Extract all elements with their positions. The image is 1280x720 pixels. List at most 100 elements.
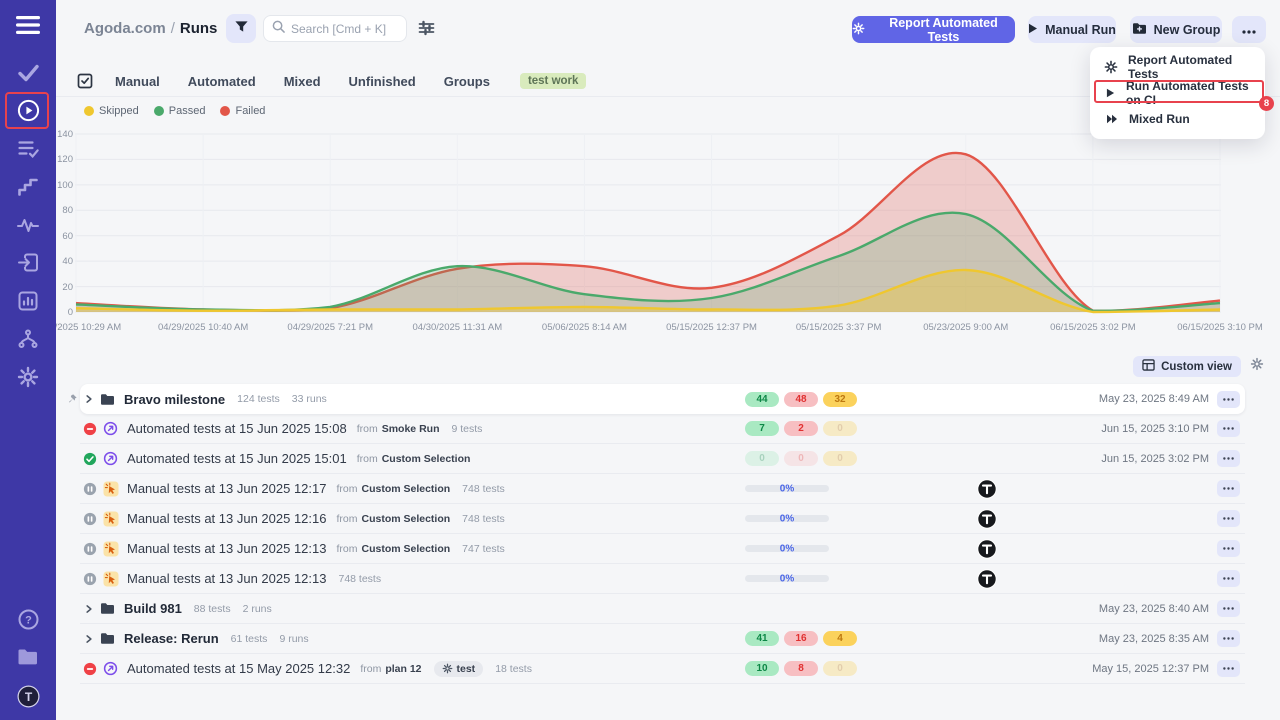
sidebar-item-import[interactable]: [16, 253, 40, 277]
legend-item-passed[interactable]: Passed: [154, 105, 206, 117]
menu-item-run-automated-tests-on-ci[interactable]: Run Automated Tests on CI: [1090, 80, 1265, 106]
filter-button[interactable]: [226, 14, 256, 43]
x-tick-label: 05/15/2025 3:37 PM: [796, 322, 882, 333]
sidebar-item-activity[interactable]: [16, 215, 40, 239]
sidebar-item-runs[interactable]: [16, 101, 40, 125]
run-row[interactable]: Automated tests at 15 Jun 2025 15:08from…: [80, 414, 1245, 444]
row-more-button[interactable]: [1217, 420, 1240, 437]
play-icon: [1104, 88, 1116, 98]
assignee-avatar[interactable]: [977, 509, 997, 529]
row-more-button[interactable]: [1217, 480, 1240, 497]
menu-item-label: Report Automated Tests: [1128, 53, 1251, 81]
run-title: Manual tests at 13 Jun 2025 12:13: [127, 571, 326, 586]
progress-bar: 0%: [745, 575, 829, 582]
legend-item-skipped[interactable]: Skipped: [84, 105, 139, 117]
tab-unfinished[interactable]: Unfinished: [349, 74, 416, 89]
run-date: Jun 15, 2025 3:10 PM: [1101, 423, 1209, 435]
row-more-button[interactable]: [1217, 630, 1240, 647]
assignee-avatar[interactable]: [977, 569, 997, 589]
sidebar-item-analytics[interactable]: [16, 291, 40, 315]
legend-label: Failed: [235, 105, 265, 117]
run-row[interactable]: Automated tests at 15 May 2025 12:32from…: [80, 654, 1245, 684]
result-badges: 1080: [745, 661, 857, 676]
tab-automated[interactable]: Automated: [188, 74, 256, 89]
manual-run-button[interactable]: Manual Run: [1028, 16, 1116, 43]
tab-groups[interactable]: Groups: [444, 74, 490, 89]
run-date: May 15, 2025 12:37 PM: [1092, 663, 1209, 675]
x-tick-label: 05/15/2025 12:37 PM: [666, 322, 757, 333]
row-more-button[interactable]: [1217, 660, 1240, 677]
report-automated-tests-button[interactable]: Report Automated Tests: [852, 16, 1015, 43]
run-row[interactable]: Manual tests at 13 Jun 2025 12:13fromCus…: [80, 534, 1245, 564]
run-row[interactable]: Manual tests at 13 Jun 2025 12:13748 tes…: [80, 564, 1245, 594]
sidebar-item-settings[interactable]: [16, 367, 40, 391]
legend-item-failed[interactable]: Failed: [220, 105, 265, 117]
menu-item-report-automated-tests[interactable]: Report Automated Tests: [1090, 54, 1265, 80]
run-tag[interactable]: test: [434, 661, 484, 677]
manual-run-icon: [102, 571, 119, 587]
new-group-button[interactable]: New Group: [1130, 16, 1222, 43]
row-more-button[interactable]: [1217, 540, 1240, 557]
sliders-icon[interactable]: [418, 20, 435, 41]
row-more-button[interactable]: [1217, 391, 1240, 408]
user-avatar[interactable]: T: [16, 684, 40, 708]
sidebar-item-milestones[interactable]: [16, 177, 40, 201]
row-more-button[interactable]: [1217, 600, 1240, 617]
group-row[interactable]: Build 98188 tests2 runsMay 23, 2025 8:40…: [80, 594, 1245, 624]
sidebar-item-plans[interactable]: [16, 139, 40, 163]
automated-run-icon: [102, 421, 119, 436]
sidebar-item-help[interactable]: ?: [16, 610, 40, 634]
progress-label: 0%: [780, 483, 794, 494]
branch-icon: [18, 329, 38, 354]
row-more-button[interactable]: [1217, 450, 1240, 467]
x-tick-label: 05/06/2025 8:14 AM: [542, 322, 627, 333]
green-count-badge: 41: [745, 631, 779, 646]
from-label: from: [360, 663, 381, 675]
view-settings-gear-icon[interactable]: [1250, 357, 1264, 376]
result-badges: 720: [745, 421, 857, 436]
x-tick-label: 04/29/2025 7:21 PM: [287, 322, 373, 333]
automated-run-icon: [102, 661, 119, 676]
chevron-right-icon[interactable]: [82, 394, 96, 404]
hamburger-icon[interactable]: [16, 16, 40, 39]
milestones-steps-icon: [18, 177, 38, 201]
avatar-letter: T: [24, 689, 32, 703]
tab-mixed[interactable]: Mixed: [284, 74, 321, 89]
sidebar-item-branches[interactable]: [16, 329, 40, 353]
group-row[interactable]: Bravo milestone124 tests33 runs444832May…: [80, 384, 1245, 414]
sidebar-item-tests[interactable]: [16, 63, 40, 87]
pending-status-icon: [82, 512, 97, 526]
group-row[interactable]: Release: Rerun61 tests9 runs41164May 23,…: [80, 624, 1245, 654]
run-date: May 23, 2025 8:49 AM: [1099, 393, 1209, 405]
row-more-button[interactable]: [1217, 510, 1240, 527]
breadcrumb-project[interactable]: Agoda.com: [84, 20, 166, 37]
pin-icon: [66, 392, 78, 410]
menu-item-mixed-run[interactable]: Mixed Run: [1090, 106, 1265, 132]
run-title: Manual tests at 13 Jun 2025 12:16: [127, 511, 326, 526]
green-count-badge: 0: [745, 451, 779, 466]
custom-view-button[interactable]: Custom view: [1133, 356, 1241, 377]
run-row[interactable]: Manual tests at 13 Jun 2025 12:17fromCus…: [80, 474, 1245, 504]
assignee-avatar[interactable]: [977, 479, 997, 499]
run-title: Manual tests at 13 Jun 2025 12:13: [127, 541, 326, 556]
run-row[interactable]: Manual tests at 13 Jun 2025 12:16fromCus…: [80, 504, 1245, 534]
legend-label: Passed: [169, 105, 206, 117]
chevron-right-icon[interactable]: [82, 634, 96, 644]
tab-manual[interactable]: Manual: [115, 74, 160, 89]
row-more-button[interactable]: [1217, 570, 1240, 587]
filter-tag-test-work[interactable]: test work: [520, 73, 587, 89]
group-title: Bravo milestone: [124, 392, 225, 407]
from-label: from: [336, 513, 357, 525]
header-more-button[interactable]: [1232, 16, 1266, 43]
sidebar-item-projects[interactable]: [16, 647, 40, 671]
run-row[interactable]: Automated tests at 15 Jun 2025 15:01from…: [80, 444, 1245, 474]
ellipsis-icon: [1242, 23, 1256, 37]
select-runs-icon[interactable]: [77, 73, 93, 89]
cog-icon: [1104, 60, 1118, 74]
run-tests-count: 747 tests: [462, 543, 505, 555]
search-input[interactable]: [291, 22, 398, 36]
progress-bar: 0%: [745, 485, 829, 492]
folder-plus-icon: [1132, 22, 1147, 38]
assignee-avatar[interactable]: [977, 539, 997, 559]
chevron-right-icon[interactable]: [82, 604, 96, 614]
